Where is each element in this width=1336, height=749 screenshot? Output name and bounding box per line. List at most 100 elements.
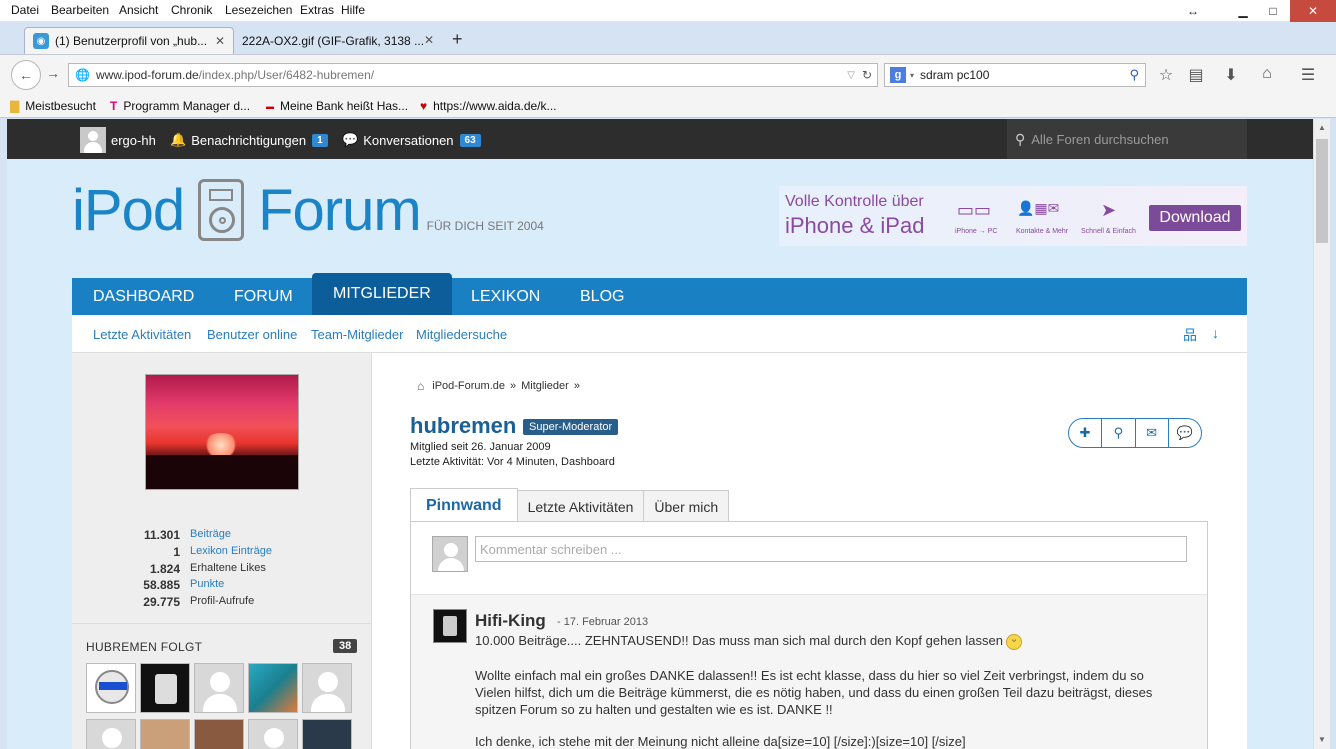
arrow-down-icon[interactable]: ↓ [1212,325,1219,341]
nav-forum[interactable]: FORUM [234,278,293,315]
profile-actions: ✚ ⚲ ✉ 💬 [1068,418,1202,448]
post-text-line: 10.000 Beiträge.... ZEHNTAUSEND!! Das mu… [475,633,1022,650]
site-logo[interactable]: iPod Forum FÜR DICH SEIT 2004 [72,179,544,241]
bookmark-label: https://www.aida.de/k... [433,99,557,113]
menu-lesezeichen[interactable]: Lesezeichen [225,3,292,17]
search-icon[interactable]: ⚲ [1102,419,1136,447]
bookmark-label: Programm Manager d... [123,99,251,113]
follow-plus-icon[interactable]: ✚ [1069,419,1103,447]
following-avatar[interactable] [140,719,190,749]
bookmarks-toolbar: ▇ Meistbesucht T Programm Manager d... ▬ Me… [0,94,1336,118]
chevron-down-icon[interactable]: ▾ [910,71,914,80]
bookmark-bank[interactable]: ▬ Meine Bank heißt Has... [266,99,408,113]
stat-link[interactable]: Beiträge [190,528,231,540]
conversations-menu[interactable]: 💬 Konversationen 63 [342,132,481,148]
tab-ueber-mich[interactable]: Über mich [643,490,730,522]
bookmark-aida[interactable]: ♥ https://www.aida.de/k... [420,99,557,113]
following-avatar[interactable] [248,663,298,713]
post-text-line: Ich denke, ich stehe mit der Meinung nic… [475,734,966,749]
home-icon[interactable]: ⌂ [417,379,424,393]
scroll-up-icon[interactable]: ▲ [1318,123,1326,132]
bookmark-programm-manager[interactable]: T Programm Manager d... [110,99,250,113]
conversation-icon[interactable]: 💬 [1169,419,1201,447]
subnav-team-mitglieder[interactable]: Team-Mitglieder [311,327,403,342]
home-icon[interactable]: ⌂ [1257,65,1277,83]
menu-datei[interactable]: Datei [11,3,39,17]
following-avatar[interactable] [302,719,352,749]
forum-search-input[interactable]: ⚲ Alle Foren durchsuchen [1007,119,1247,159]
subnav-mitgliedersuche[interactable]: Mitgliedersuche [416,327,507,342]
breadcrumb-home[interactable]: iPod-Forum.de [432,380,505,392]
url-host: www.ipod-forum.de [95,68,199,82]
ad-feature2: Kontakte & Mehr [1016,228,1069,235]
profile-avatar[interactable] [145,374,299,490]
tab-letzte-aktivitaeten[interactable]: Letzte Aktivitäten [516,490,645,522]
following-avatar[interactable] [302,663,352,713]
maximize-icon[interactable]: □ [1252,0,1294,22]
nav-lexikon[interactable]: LEXIKON [471,278,540,315]
scroll-down-icon[interactable]: ▼ [1318,735,1326,744]
search-icon[interactable]: ⚲ [1129,67,1139,83]
resize-icon[interactable]: ↔ [1172,0,1214,22]
menu-extras[interactable]: Extras [300,3,334,17]
notifications-menu[interactable]: 🔔 Benachrichtigungen 1 [170,132,328,148]
rank-badge: Super-Moderator [523,419,619,435]
dropdown-icon[interactable]: ▽ [847,70,855,81]
notifications-label: Benachrichtigungen [191,132,307,148]
bookmark-meistbesucht[interactable]: ▇ Meistbesucht [10,99,96,113]
comment-input[interactable]: Kommentar schreiben ... [475,536,1187,562]
scrollbar-thumb[interactable] [1316,139,1328,243]
stat-punkte: 58.885 Punkte [72,578,372,594]
contacts-icon: 👤▦✉ [1017,200,1060,216]
menu-bearbeiten[interactable]: Bearbeiten [51,3,109,17]
nav-blog[interactable]: BLOG [580,278,624,315]
new-tab-icon[interactable]: + [452,29,463,50]
subnav-letzte-aktivitaeten[interactable]: Letzte Aktivitäten [93,327,191,342]
stat-link[interactable]: Lexikon Einträge [190,545,272,557]
bookmark-label: Meine Bank heißt Has... [280,99,409,113]
ad-download-button[interactable]: Download [1149,205,1241,231]
following-avatar[interactable] [194,719,244,749]
reading-list-icon[interactable]: ▤ [1186,65,1206,85]
subnav-benutzer-online[interactable]: Benutzer online [207,327,297,342]
close-tab-icon[interactable]: ✕ [424,33,434,47]
back-icon[interactable]: ← [11,60,41,90]
following-avatar[interactable] [194,663,244,713]
member-since: Mitglied seit 26. Januar 2009 [410,441,551,453]
post-author-avatar[interactable] [433,609,467,643]
tab-gif[interactable]: 222A-OX2.gif (GIF-Grafik, 3138 ... ✕ [234,27,442,54]
following-avatar[interactable] [86,663,136,713]
url-bar[interactable]: 🌐 www.ipod-forum.de/index.php/User/6482-… [68,63,878,87]
menu-hilfe[interactable]: Hilfe [341,3,365,17]
conversations-badge: 63 [459,133,481,147]
menu-ansicht[interactable]: Ansicht [119,3,158,17]
ad-banner[interactable]: Volle Kontrolle über iPhone & iPad ▭▭ iP… [779,186,1247,246]
google-icon[interactable]: g [890,67,906,83]
nav-dashboard[interactable]: DASHBOARD [93,278,194,315]
tab-pinnwand[interactable]: Pinnwand [410,488,518,522]
close-tab-icon[interactable]: ✕ [215,34,225,48]
profile-content: ⌂ iPod-Forum.de » Mitglieder » hubremen … [372,353,1247,749]
download-icon[interactable]: ⬇ [1221,65,1241,85]
user-menu[interactable]: ergo-hh [80,127,156,153]
envelope-icon[interactable]: ✉ [1136,419,1169,447]
menu-chronik[interactable]: Chronik [171,3,212,17]
bookmark-star-icon[interactable]: ☆ [1156,65,1176,85]
reload-icon[interactable]: ↻ [862,68,872,82]
stat-link[interactable]: Punkte [190,578,224,590]
nav-mitglieder[interactable]: MITGLIEDER [312,273,452,315]
following-avatar[interactable] [86,719,136,749]
stat-value: 1.824 [149,562,180,576]
cursor-icon: ➤ [1101,200,1117,220]
following-avatar[interactable] [140,663,190,713]
page-scrollbar[interactable]: ▲ ▼ [1313,119,1330,749]
breadcrumb-mitglieder[interactable]: Mitglieder [521,380,569,392]
tab-profile[interactable]: ◉ (1) Benutzerprofil von „hub... ✕ [24,27,234,54]
post-author[interactable]: Hifi-King [475,611,546,631]
following-avatar[interactable] [248,719,298,749]
hamburger-menu-icon[interactable]: ☰ [1298,65,1318,85]
close-window-icon[interactable]: ✕ [1290,0,1336,22]
search-bar[interactable]: g ▾ sdram pc100 ⚲ [884,63,1146,87]
sitemap-icon[interactable]: 品 [1183,325,1197,345]
forward-icon[interactable]: → [46,65,60,81]
